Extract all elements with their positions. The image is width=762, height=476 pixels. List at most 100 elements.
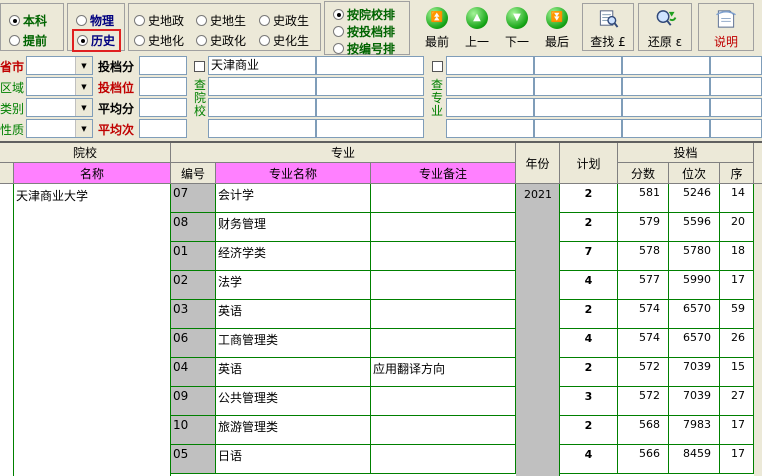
plan-cell[interactable]: 2: [560, 300, 618, 329]
school-query-input-2[interactable]: [316, 56, 424, 75]
radio-history-button[interactable]: [77, 35, 88, 46]
table-row[interactable]: 10 旅游管理类 2 568 7983 17: [0, 416, 762, 445]
major-name-cell[interactable]: 旅游管理类: [216, 416, 371, 445]
year-header[interactable]: 年份: [516, 143, 560, 184]
tou-fen-input[interactable]: [139, 56, 187, 75]
major-name-cell[interactable]: 工商管理类: [216, 329, 371, 358]
table-row[interactable]: 09 公共管理类 3 572 7039 27: [0, 387, 762, 416]
radio-combo-4[interactable]: 史地化: [134, 32, 184, 49]
code-cell[interactable]: 10: [171, 416, 216, 445]
major-query-input-5[interactable]: [446, 77, 534, 96]
major-query-input-16[interactable]: [710, 119, 762, 138]
school-query-input-7[interactable]: [208, 119, 316, 138]
major-note-cell[interactable]: [371, 184, 516, 213]
major-query-input-12[interactable]: [710, 98, 762, 117]
category-select[interactable]: ▼: [26, 98, 93, 117]
chevron-down-icon[interactable]: ▼: [75, 57, 92, 74]
rank-cell[interactable]: 5596: [669, 213, 720, 242]
major-name-cell[interactable]: 公共管理类: [216, 387, 371, 416]
avg-fen-input[interactable]: [139, 98, 187, 117]
major-query-input-2[interactable]: [534, 56, 622, 75]
code-cell[interactable]: 05: [171, 445, 216, 474]
radio-combo-6[interactable]: 史化生: [259, 32, 309, 49]
last-button[interactable]: ⏬ 最后: [537, 3, 577, 51]
radio-sort-code-button[interactable]: [333, 43, 344, 54]
table-row[interactable]: 01 经济学类 7 578 5780 18: [0, 242, 762, 271]
rank-cell[interactable]: 6570: [669, 300, 720, 329]
code-cell[interactable]: 04: [171, 358, 216, 387]
score-cell[interactable]: 577: [618, 271, 669, 300]
major-note-header[interactable]: 专业备注: [371, 163, 516, 184]
plan-cell[interactable]: 3: [560, 387, 618, 416]
rank-cell[interactable]: 7039: [669, 358, 720, 387]
major-note-cell[interactable]: [371, 329, 516, 358]
major-note-cell[interactable]: [371, 300, 516, 329]
major-name-cell[interactable]: 经济学类: [216, 242, 371, 271]
radio-combo-4-button[interactable]: [134, 35, 145, 46]
major-query-input-14[interactable]: [534, 119, 622, 138]
major-note-cell[interactable]: [371, 271, 516, 300]
radio-history[interactable]: 历史: [72, 29, 122, 52]
major-note-cell[interactable]: [371, 445, 516, 474]
table-row[interactable]: 08 财务管理 2 579 5596 20: [0, 213, 762, 242]
score-cell[interactable]: 568: [618, 416, 669, 445]
plan-cell[interactable]: 4: [560, 329, 618, 358]
major-name-cell[interactable]: 英语: [216, 358, 371, 387]
code-cell[interactable]: 09: [171, 387, 216, 416]
table-row[interactable]: 06 工商管理类 4 574 6570 26: [0, 329, 762, 358]
seq-cell[interactable]: 15: [720, 358, 754, 387]
major-query-input-10[interactable]: [534, 98, 622, 117]
seq-cell[interactable]: 26: [720, 329, 754, 358]
radio-sort-school-button[interactable]: [333, 9, 344, 20]
major-query-input-7[interactable]: [622, 77, 710, 96]
table-row[interactable]: 05 日语 4 566 8459 17: [0, 445, 762, 474]
radio-combo-3[interactable]: 史政生: [259, 12, 309, 29]
radio-benke-button[interactable]: [9, 15, 20, 26]
score-header[interactable]: 分数: [618, 163, 669, 184]
radio-combo-2[interactable]: 史地生: [196, 12, 246, 29]
seq-cell[interactable]: 17: [720, 445, 754, 474]
school-query-checkbox[interactable]: [194, 61, 205, 72]
table-row[interactable]: 02 法学 4 577 5990 17: [0, 271, 762, 300]
major-name-cell[interactable]: 日语: [216, 445, 371, 474]
major-query-input-4[interactable]: [710, 56, 762, 75]
rank-cell[interactable]: 5780: [669, 242, 720, 271]
table-row[interactable]: 03 英语 2 574 6570 59: [0, 300, 762, 329]
radio-sort-code[interactable]: 按编号排: [333, 40, 395, 57]
major-note-cell[interactable]: [371, 242, 516, 271]
table-row[interactable]: 04 英语 应用翻译方向 2 572 7039 15: [0, 358, 762, 387]
radio-sort-school[interactable]: 按院校排: [333, 6, 395, 23]
code-cell[interactable]: 03: [171, 300, 216, 329]
code-cell[interactable]: 06: [171, 329, 216, 358]
major-note-cell[interactable]: [371, 416, 516, 445]
major-query-checkbox[interactable]: [432, 61, 443, 72]
code-cell[interactable]: 08: [171, 213, 216, 242]
seq-cell[interactable]: 17: [720, 416, 754, 445]
major-query-input-11[interactable]: [622, 98, 710, 117]
plan-cell[interactable]: 2: [560, 358, 618, 387]
seq-cell[interactable]: 14: [720, 184, 754, 213]
plan-cell[interactable]: 4: [560, 271, 618, 300]
chevron-down-icon[interactable]: ▼: [75, 99, 92, 116]
radio-combo-5-button[interactable]: [196, 35, 207, 46]
code-cell[interactable]: 01: [171, 242, 216, 271]
rank-cell[interactable]: 8459: [669, 445, 720, 474]
major-query-input-6[interactable]: [534, 77, 622, 96]
school-name-header[interactable]: 名称: [14, 163, 171, 184]
major-query-input-15[interactable]: [622, 119, 710, 138]
seq-cell[interactable]: 59: [720, 300, 754, 329]
find-button[interactable]: 查找 £: [582, 3, 634, 51]
major-query-input[interactable]: [446, 56, 534, 75]
code-header[interactable]: 编号: [171, 163, 216, 184]
rank-cell[interactable]: 7039: [669, 387, 720, 416]
major-name-cell[interactable]: 会计学: [216, 184, 371, 213]
school-query-input-5[interactable]: [208, 98, 316, 117]
seq-header[interactable]: 序: [720, 163, 754, 184]
code-cell[interactable]: 02: [171, 271, 216, 300]
score-cell[interactable]: 578: [618, 242, 669, 271]
major-note-cell[interactable]: [371, 213, 516, 242]
help-button[interactable]: 说明: [698, 3, 754, 51]
score-cell[interactable]: 574: [618, 329, 669, 358]
rank-cell[interactable]: 6570: [669, 329, 720, 358]
school-query-input-6[interactable]: [316, 98, 424, 117]
